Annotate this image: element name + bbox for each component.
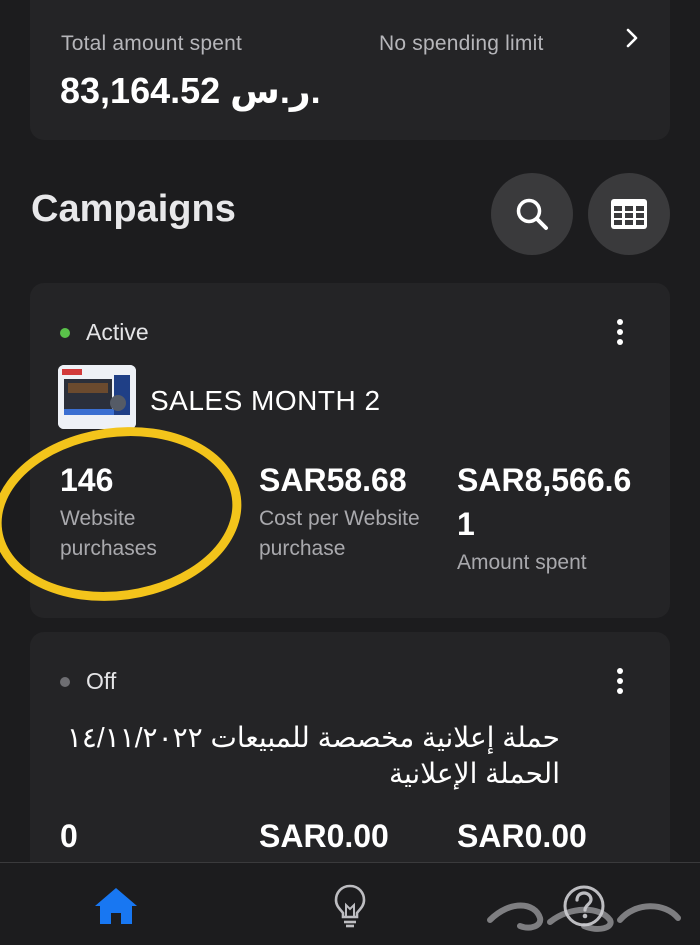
more-vertical-icon[interactable] bbox=[610, 666, 630, 696]
active-status-dot bbox=[60, 327, 70, 338]
metric-label: Cost per Website purchase bbox=[259, 507, 420, 560]
status-label: Active bbox=[86, 319, 149, 345]
metric-value: 146 bbox=[60, 462, 114, 498]
watermark-logo bbox=[487, 902, 681, 932]
lightbulb-icon bbox=[334, 884, 366, 928]
metric-value: SAR0.00 bbox=[259, 818, 389, 854]
total-spent-label: Total amount spent bbox=[61, 32, 243, 55]
metric-amount-spent: SAR0.00 bbox=[457, 814, 587, 858]
metric-value: SAR8,566.61 bbox=[457, 462, 632, 542]
tab-home[interactable] bbox=[91, 881, 141, 931]
metric-value: SAR58.68 bbox=[259, 462, 407, 498]
campaign-thumbnail bbox=[58, 365, 136, 429]
off-status-dot bbox=[60, 676, 70, 687]
table-columns-icon bbox=[611, 199, 647, 229]
metric-cost-per-purchase: SAR0.00 bbox=[259, 814, 389, 858]
tab-tips[interactable] bbox=[325, 881, 375, 931]
columns-button[interactable] bbox=[588, 173, 670, 255]
campaign-name[interactable]: حملة إعلانية مخصصة للمبيعات ١٤/١١/٢٠٢٢ ا… bbox=[40, 720, 560, 792]
campaign-card[interactable]: Active SALES MONTH 2 146 Website purchas… bbox=[30, 283, 670, 618]
total-spent-amount: 83,164.52 ر.س. bbox=[60, 70, 321, 111]
status-label: Off bbox=[86, 668, 117, 694]
more-vertical-icon[interactable] bbox=[610, 317, 630, 347]
metric-amount-spent: SAR8,566.61 Amount spent bbox=[457, 458, 647, 578]
metric-website-purchases: 146 Website purchases bbox=[60, 458, 230, 564]
spending-limit-label: No spending limit bbox=[379, 32, 544, 55]
metric-label: Website purchases bbox=[60, 507, 157, 560]
search-icon bbox=[516, 198, 548, 230]
metric-website-purchases: 0 bbox=[60, 814, 78, 858]
search-button[interactable] bbox=[491, 173, 573, 255]
spending-summary-card[interactable]: Total amount spent No spending limit 83,… bbox=[30, 0, 670, 140]
campaign-card[interactable]: Off حملة إعلانية مخصصة للمبيعات ١٤/١١/٢٠… bbox=[30, 632, 670, 872]
metric-cost-per-purchase: SAR58.68 Cost per Website purchase bbox=[259, 458, 449, 564]
metric-value: 0 bbox=[60, 818, 78, 854]
home-icon bbox=[95, 888, 137, 924]
status-indicator: Active bbox=[60, 319, 149, 346]
page-title: Campaigns bbox=[31, 188, 236, 230]
campaign-name[interactable]: SALES MONTH 2 bbox=[150, 385, 381, 417]
chevron-right-icon[interactable] bbox=[620, 26, 644, 50]
status-indicator: Off bbox=[60, 668, 116, 695]
metric-value: SAR0.00 bbox=[457, 818, 587, 854]
metric-label: Amount spent bbox=[457, 551, 587, 574]
